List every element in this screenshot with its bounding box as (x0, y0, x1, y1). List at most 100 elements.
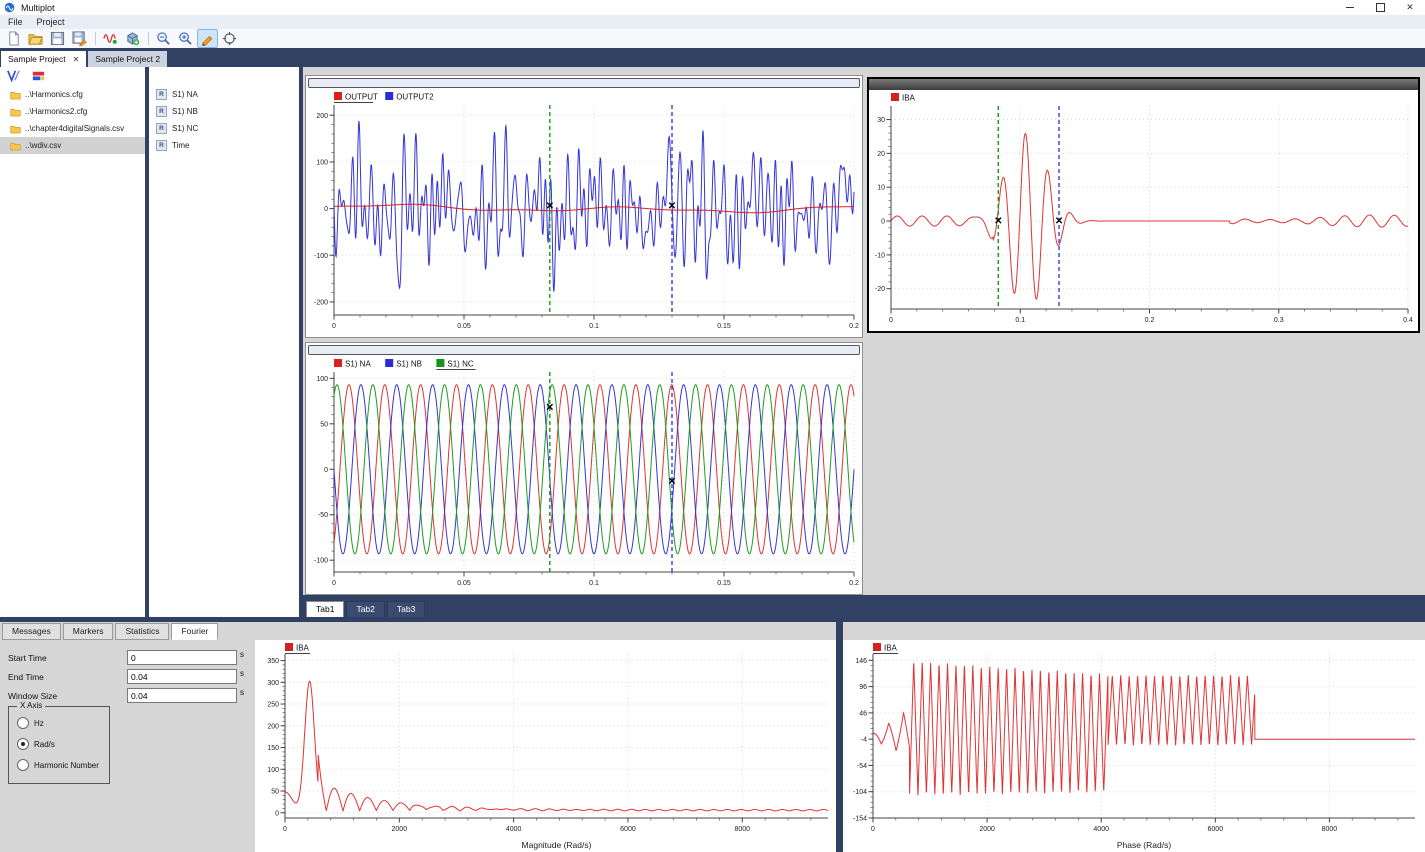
file-tree-item-4[interactable]: ..\wdiv.csv (0, 137, 145, 154)
signal-name: Time (172, 141, 189, 150)
restore-button[interactable] (1365, 0, 1395, 15)
svg-text:96: 96 (859, 684, 867, 691)
plot-window-iba: 00.10.20.30.43020100-10-20✕✕IBA (867, 77, 1420, 333)
svg-text:200: 200 (316, 113, 328, 120)
signal-item-3[interactable]: RS1) NC (149, 120, 299, 137)
signal-item-4[interactable]: R Time (149, 137, 299, 154)
range-selector[interactable] (308, 78, 860, 88)
menu-project[interactable]: Project (37, 17, 65, 27)
menu-file[interactable]: File (8, 17, 23, 27)
project-tab-1[interactable]: Sample Project✕ (1, 51, 86, 67)
marker-pen-icon (200, 31, 215, 46)
svg-text:0: 0 (332, 580, 336, 587)
tab-messages[interactable]: Messages (2, 623, 61, 640)
file-name: ..\Harmonics2.cfg (25, 107, 87, 116)
svg-text:S1) NB: S1) NB (396, 360, 422, 369)
minimize-button[interactable] (1335, 0, 1365, 15)
svg-text:6000: 6000 (620, 826, 636, 833)
project-tab-2[interactable]: Sample Project 2 (88, 51, 167, 67)
svg-text:0.1: 0.1 (1015, 317, 1025, 324)
range-selector[interactable] (308, 345, 860, 355)
plot-tab-tab1[interactable]: Tab1 (306, 601, 344, 617)
zoom-out-button[interactable] (153, 29, 174, 48)
radio-rads-circle[interactable] (17, 738, 29, 750)
radio-hz[interactable]: Hz (17, 717, 44, 729)
zoom-out-icon (156, 31, 171, 46)
save-as-button[interactable] (69, 29, 90, 48)
iba-chart[interactable]: 00.10.20.30.43020100-10-20✕✕IBA (869, 90, 1418, 331)
end-time-input[interactable] (127, 669, 237, 684)
svg-text:-20: -20 (875, 286, 885, 293)
svg-text:8000: 8000 (734, 826, 750, 833)
output-chart[interactable]: 00.050.10.150.22001000-100-200✕✕OUTPUTOU… (306, 89, 862, 337)
radio-hz-circle[interactable] (17, 717, 29, 729)
start-time-input[interactable] (127, 650, 237, 665)
crosshair-button[interactable] (219, 29, 240, 48)
svg-text:✕: ✕ (668, 476, 676, 487)
new-file-button[interactable] (3, 29, 24, 48)
svg-text:✕: ✕ (546, 403, 554, 414)
signal-curve-icon (103, 31, 118, 46)
tab-markers[interactable]: Markers (63, 623, 114, 640)
signal-curve-button[interactable] (100, 29, 121, 48)
signal-list-button[interactable] (28, 67, 48, 84)
svg-text:10: 10 (877, 185, 885, 192)
open-folder-button[interactable] (25, 29, 46, 48)
close-button[interactable]: ✕ (1395, 0, 1425, 15)
file-tree-item-2[interactable]: ..\Harmonics2.cfg (0, 103, 145, 120)
svg-text:200: 200 (267, 723, 279, 730)
svg-text:150: 150 (267, 745, 279, 752)
svg-text:0: 0 (889, 317, 893, 324)
svg-text:250: 250 (267, 702, 279, 709)
svg-text:0: 0 (324, 467, 328, 474)
radio-rads-label: Rad/s (34, 740, 55, 749)
marker-pen-button[interactable] (197, 29, 218, 48)
window-size-input[interactable] (127, 688, 237, 703)
svg-text:-154: -154 (853, 816, 867, 823)
svg-text:0.3: 0.3 (1274, 317, 1284, 324)
file-tree-item-1[interactable]: ..\Harmonics.cfg (0, 86, 145, 103)
svg-text:-10: -10 (875, 252, 885, 259)
magnitude-pane: 02000400060008000350300250200150100500IB… (255, 640, 836, 852)
plot-tab-bar: Tab1Tab2Tab3 (303, 595, 1425, 617)
close-project-tab-icon[interactable]: ✕ (73, 55, 80, 64)
radio-rads[interactable]: Rad/s (17, 738, 55, 750)
new-plot-button[interactable] (3, 67, 23, 84)
plot-window-scrollbar[interactable] (869, 79, 1418, 90)
svg-text:IBA: IBA (902, 94, 916, 103)
signal-badge: R (156, 140, 167, 151)
plot-tab-tab2[interactable]: Tab2 (346, 601, 384, 617)
svg-text:-54: -54 (857, 763, 867, 770)
phase-chart[interactable]: 020004000600080001469646-4-54-104-154IBA… (843, 640, 1425, 852)
signal-name: S1) NA (172, 90, 198, 99)
tab-statistics[interactable]: Statistics (115, 623, 169, 640)
file-tree-item-3[interactable]: ..\chapter4digitalSignals.csv (0, 120, 145, 137)
magnitude-chart[interactable]: 02000400060008000350300250200150100500IB… (255, 640, 836, 852)
dock-pane-divider[interactable] (836, 617, 843, 852)
signal-name: S1) NB (172, 107, 198, 116)
dataset-3d-button[interactable] (122, 29, 143, 48)
signal-name: S1) NC (172, 124, 198, 133)
svg-text:46: 46 (859, 710, 867, 717)
svg-text:0.1: 0.1 (589, 323, 599, 330)
zoom-in-button[interactable] (175, 29, 196, 48)
tab-fourier[interactable]: Fourier (171, 623, 218, 640)
svg-text:0: 0 (332, 323, 336, 330)
multiplot-window: Multiplot ✕ FileProject Sample Project✕S… (0, 0, 1425, 852)
plot-window-output: 00.050.10.150.22001000-100-200✕✕OUTPUTOU… (305, 75, 863, 338)
signal-item-1[interactable]: RS1) NA (149, 86, 299, 103)
three-phase-chart[interactable]: 00.050.10.150.2100500-50-100✕✕S1) NAS1) … (306, 356, 862, 594)
save-icon (50, 31, 65, 46)
svg-text:0: 0 (283, 826, 287, 833)
radio-harmonic[interactable]: Harmonic Number (17, 759, 99, 771)
signal-item-2[interactable]: R S1) NB (149, 103, 299, 120)
svg-text:2000: 2000 (392, 826, 408, 833)
radio-harmonic-circle[interactable] (17, 759, 29, 771)
explorer-toolbar (0, 67, 148, 84)
svg-text:0: 0 (881, 219, 885, 226)
svg-text:0.15: 0.15 (717, 580, 731, 587)
save-as-icon (72, 31, 87, 46)
plot-tab-tab3[interactable]: Tab3 (387, 601, 425, 617)
signal-badge: R (156, 106, 167, 117)
save-button[interactable] (47, 29, 68, 48)
